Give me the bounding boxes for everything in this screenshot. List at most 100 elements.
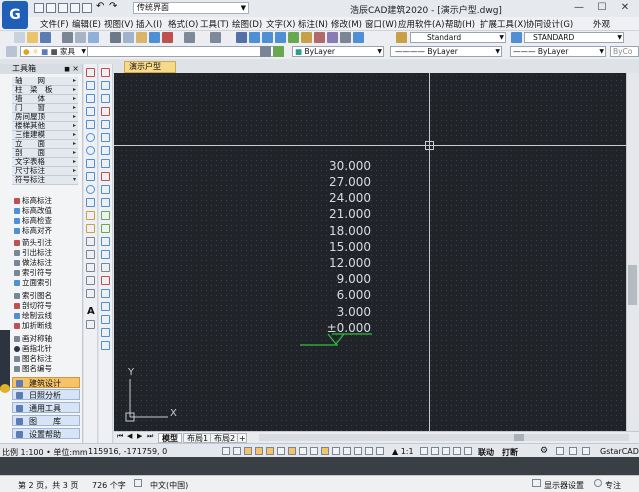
- publish-icon[interactable]: [88, 32, 99, 43]
- gradient-icon[interactable]: [86, 263, 95, 272]
- chamfer-icon[interactable]: [101, 237, 110, 246]
- fillet-icon[interactable]: [101, 250, 110, 259]
- block-icon[interactable]: [162, 32, 173, 43]
- circle-icon[interactable]: [86, 146, 95, 155]
- tool-symmetry-axis[interactable]: 画对称轴: [14, 334, 80, 343]
- ellipse-arc-icon[interactable]: [86, 198, 95, 207]
- open-icon[interactable]: [27, 32, 38, 43]
- undo-icon[interactable]: ↶: [96, 1, 104, 12]
- open-file-icon[interactable]: [46, 3, 56, 13]
- drawing-canvas[interactable]: 30.000 27.000 24.000 21.000 18.000 15.00…: [114, 73, 639, 431]
- maximize-button[interactable]: ☐: [593, 2, 611, 15]
- pan-icon[interactable]: [236, 32, 247, 43]
- menu-edit[interactable]: 编辑(E): [72, 18, 101, 30]
- dim-style-icon[interactable]: [511, 32, 522, 43]
- tool-elevation-align[interactable]: 标高对齐: [14, 226, 80, 235]
- close-button[interactable]: ✕: [616, 2, 634, 15]
- tab-architecture[interactable]: 建筑设计: [12, 377, 80, 388]
- make-block-icon[interactable]: [86, 224, 95, 233]
- elevation-symbol[interactable]: [292, 331, 382, 353]
- zoom-previous-icon[interactable]: [275, 32, 286, 43]
- menu-view[interactable]: 视图(V): [104, 18, 133, 30]
- tool-elevation-mark[interactable]: 标高标注: [14, 196, 80, 205]
- elevation-label[interactable]: 6.000: [337, 288, 371, 302]
- region-icon[interactable]: [86, 276, 95, 285]
- polygon-icon[interactable]: [86, 107, 95, 116]
- redo-icon[interactable]: ↷: [109, 1, 117, 12]
- osnap-icon[interactable]: [266, 447, 274, 455]
- menu-appearance[interactable]: 外观: [593, 18, 610, 30]
- mtext-icon[interactable]: A: [87, 306, 95, 317]
- tab-layout1[interactable]: 布局1: [183, 433, 213, 443]
- menu-help[interactable]: 帮助(H): [445, 18, 475, 30]
- elevation-label[interactable]: 30.000: [329, 159, 371, 173]
- customize-icon[interactable]: [569, 447, 577, 455]
- menu-insert[interactable]: 插入(I): [136, 18, 162, 30]
- tool-leader-label[interactable]: 引出标注: [14, 248, 80, 257]
- lock-ui-icon[interactable]: [453, 447, 461, 455]
- minimize-button[interactable]: —: [570, 2, 588, 15]
- elevation-label[interactable]: 27.000: [329, 175, 371, 189]
- add-layout-button[interactable]: +: [237, 433, 247, 443]
- undo-icon[interactable]: [184, 32, 195, 43]
- offset-icon[interactable]: [101, 107, 110, 116]
- document-tab[interactable]: 演示户型: [124, 61, 176, 73]
- menu-collab[interactable]: 协同设计(G): [526, 18, 573, 30]
- print-icon[interactable]: [62, 32, 73, 43]
- mirror-icon[interactable]: [101, 94, 110, 103]
- design-center-icon[interactable]: [301, 32, 312, 43]
- lineweight-icon[interactable]: [299, 447, 307, 455]
- trim-icon[interactable]: [101, 185, 110, 194]
- proofing-icon[interactable]: [134, 479, 142, 487]
- lengthen-icon[interactable]: [101, 289, 110, 298]
- redo-icon[interactable]: [210, 32, 221, 43]
- hatch-icon[interactable]: [86, 250, 95, 259]
- tool-arrow-leader[interactable]: 箭头引注: [14, 238, 80, 247]
- match-prop-icon[interactable]: [149, 32, 160, 43]
- scrollbar-thumb[interactable]: [628, 265, 637, 305]
- clean-screen-icon[interactable]: [556, 447, 564, 455]
- measure-icon[interactable]: [101, 315, 110, 324]
- properties-icon[interactable]: [288, 32, 299, 43]
- qp-icon[interactable]: [354, 447, 362, 455]
- polar-icon[interactable]: [255, 447, 263, 455]
- new-file-icon[interactable]: [34, 3, 44, 13]
- construction-line-icon[interactable]: [86, 81, 95, 90]
- focus-button[interactable]: 专注: [605, 480, 621, 491]
- zoom-realtime-icon[interactable]: [249, 32, 260, 43]
- category-symbol[interactable]: 符号标注 ▾: [12, 175, 78, 185]
- tab-layout2[interactable]: 布局2: [210, 433, 240, 443]
- ortho-icon[interactable]: [244, 447, 252, 455]
- make-current-icon[interactable]: [273, 46, 284, 57]
- preview-icon[interactable]: [75, 32, 86, 43]
- first-tab-icon[interactable]: ⏮: [117, 432, 123, 441]
- elevation-label[interactable]: 18.000: [329, 224, 371, 238]
- calculator-icon[interactable]: [353, 32, 364, 43]
- tool-break-line[interactable]: 加折断线: [14, 321, 80, 330]
- break-icon[interactable]: [101, 211, 110, 220]
- erase-icon[interactable]: [101, 68, 110, 77]
- workspace-icon[interactable]: [442, 447, 450, 455]
- tool-section-symbol[interactable]: 剖切符号: [14, 301, 80, 310]
- ellipse-icon[interactable]: [86, 185, 95, 194]
- copy-object-icon[interactable]: [101, 81, 110, 90]
- paste-icon[interactable]: [136, 32, 147, 43]
- transparency-icon[interactable]: [310, 447, 318, 455]
- revcloud-icon[interactable]: [86, 159, 95, 168]
- annotation-monitor-icon[interactable]: [365, 447, 373, 455]
- menu-dimension[interactable]: 标注(N): [298, 18, 328, 30]
- layer-select-extension[interactable]: ▼: [88, 46, 284, 57]
- divide-icon[interactable]: [101, 302, 110, 311]
- bell-icon[interactable]: [0, 384, 10, 393]
- tab-sunlight[interactable]: 日照分析: [12, 389, 80, 400]
- selection-cycle-icon[interactable]: [321, 447, 329, 455]
- tab-model[interactable]: 模型: [158, 433, 182, 443]
- hardware-accel-icon[interactable]: [464, 447, 472, 455]
- rectangle-icon[interactable]: [86, 120, 95, 129]
- app-logo-icon[interactable]: G: [2, 1, 28, 29]
- snap-icon[interactable]: [222, 447, 230, 455]
- isolate-icon[interactable]: [376, 447, 384, 455]
- gear-icon[interactable]: ⚙: [540, 446, 548, 456]
- tab-settings-help[interactable]: 设置帮助: [12, 428, 80, 439]
- prev-tab-icon[interactable]: ◀: [127, 432, 132, 440]
